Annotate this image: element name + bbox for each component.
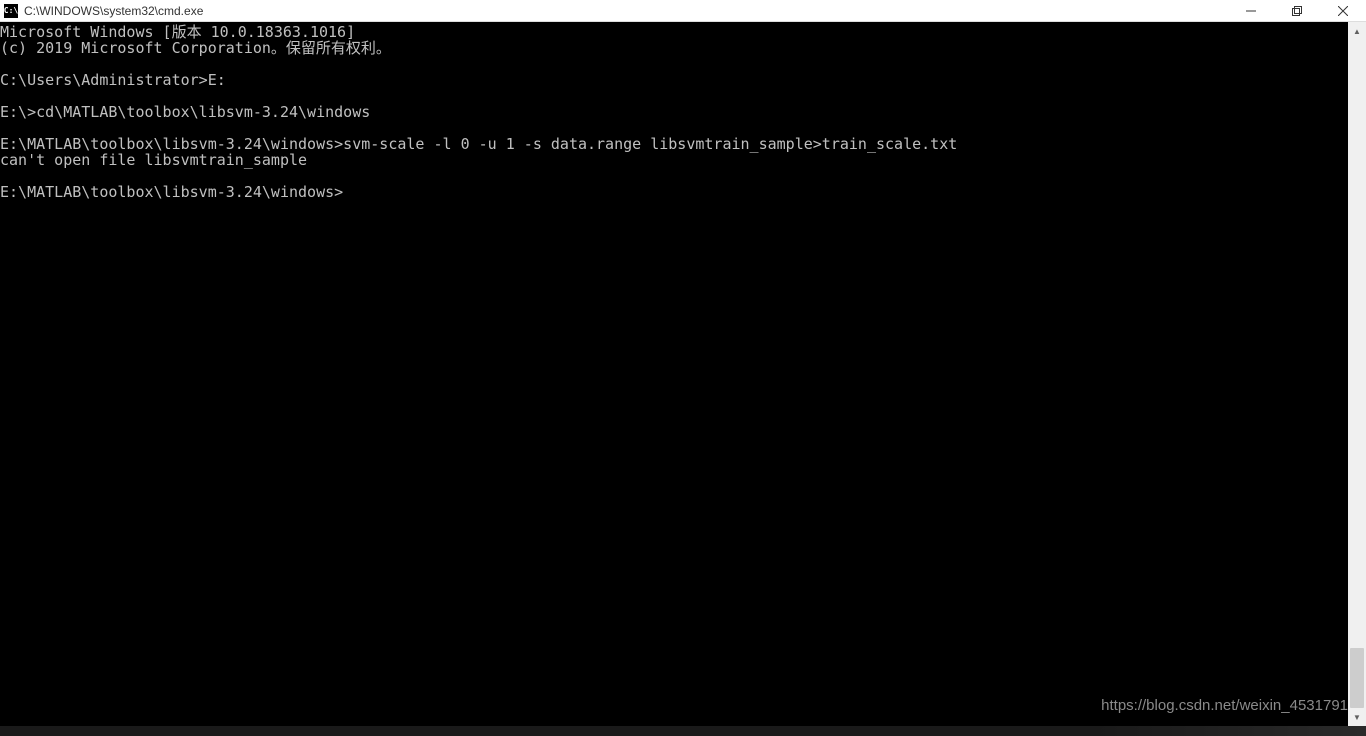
taskbar-edge xyxy=(0,726,1366,736)
titlebar: C:\ C:\WINDOWS\system32\cmd.exe xyxy=(0,0,1366,22)
maximize-icon xyxy=(1292,6,1302,16)
window-title: C:\WINDOWS\system32\cmd.exe xyxy=(24,4,1228,18)
close-button[interactable] xyxy=(1320,0,1366,21)
minimize-icon xyxy=(1246,6,1256,16)
minimize-button[interactable] xyxy=(1228,0,1274,21)
vertical-scrollbar[interactable]: ▲ ▼ xyxy=(1348,22,1366,726)
cmd-icon: C:\ xyxy=(4,4,18,18)
scroll-track[interactable] xyxy=(1348,40,1366,708)
close-icon xyxy=(1338,6,1348,16)
window-controls xyxy=(1228,0,1366,21)
terminal-area: Microsoft Windows [版本 10.0.18363.1016] (… xyxy=(0,22,1366,726)
terminal-output[interactable]: Microsoft Windows [版本 10.0.18363.1016] (… xyxy=(0,22,1348,726)
scroll-up-arrow[interactable]: ▲ xyxy=(1348,22,1366,40)
maximize-button[interactable] xyxy=(1274,0,1320,21)
scroll-thumb[interactable] xyxy=(1350,648,1364,708)
scroll-down-arrow[interactable]: ▼ xyxy=(1348,708,1366,726)
watermark-text: https://blog.csdn.net/weixin_4531791 xyxy=(1101,697,1348,714)
